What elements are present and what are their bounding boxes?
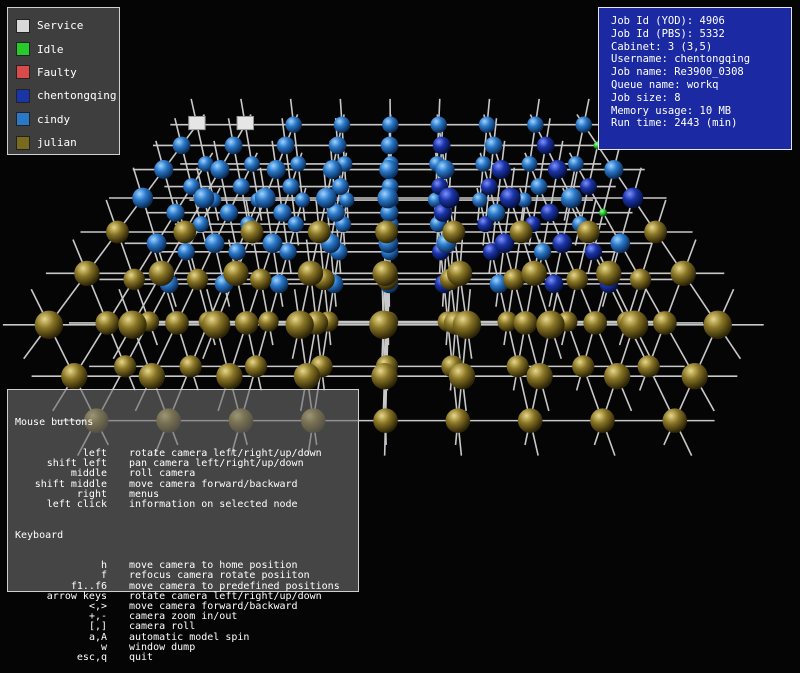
legend-swatch bbox=[16, 112, 30, 127]
job-info-line: Job size: 8 bbox=[611, 91, 681, 104]
help-description: quit bbox=[129, 652, 154, 664]
legend-swatch bbox=[16, 18, 30, 33]
legend-item: Idle bbox=[16, 37, 119, 60]
mouse-buttons-heading: Mouse buttons bbox=[15, 417, 94, 429]
help-description: automatic model spin bbox=[129, 631, 250, 643]
legend-swatch bbox=[16, 135, 30, 150]
help-key: +,- bbox=[88, 611, 107, 623]
legend-label: cindy bbox=[37, 112, 71, 126]
help-row: a,A automatic model spin bbox=[15, 631, 358, 643]
keyboard-list: h move camera to home position f refocus ca… bbox=[15, 561, 358, 663]
job-info-line: Run time: 2443 (min) bbox=[611, 117, 738, 130]
help-row: shift middle move camera forward/backward bbox=[15, 479, 358, 490]
legend-swatch bbox=[16, 88, 30, 103]
help-row: esc,q quit bbox=[15, 652, 358, 664]
help-panel: Mouse buttons left rotate camera left/rig… bbox=[7, 389, 359, 663]
legend-label: julian bbox=[37, 136, 77, 150]
help-key: esc,q bbox=[76, 652, 107, 664]
help-row: [,] camera roll bbox=[15, 622, 358, 632]
help-row: +,- camera zoom in/out bbox=[15, 612, 358, 622]
job-info-line: Memory usage: 10 MB bbox=[611, 104, 732, 117]
legend-swatch bbox=[16, 65, 30, 80]
legend-item: Service bbox=[16, 14, 119, 37]
help-description: camera zoom in/out bbox=[129, 611, 238, 623]
help-description: information on selected node bbox=[129, 499, 298, 511]
help-row: arrow keys rotate camera left/right/up/do… bbox=[15, 590, 358, 602]
help-key: w bbox=[100, 641, 107, 653]
job-info-line: Job Id (PBS): 5332 bbox=[611, 27, 725, 40]
node-legend: Service Idle Faulty chentongqing cindy julian bbox=[7, 7, 120, 155]
help-description: rotate camera left/right/up/down bbox=[129, 590, 322, 602]
legend-label: chentongqing bbox=[37, 89, 117, 103]
help-row: left click information on selected node bbox=[15, 499, 358, 511]
legend-item: julian bbox=[16, 131, 119, 154]
mouse-buttons-list: left rotate camera left/right/up/down shif… bbox=[15, 448, 358, 511]
help-description: window dump bbox=[129, 641, 196, 653]
job-info-line: Username: chentongqing bbox=[611, 53, 751, 66]
job-info-panel: Job Id (YOD): 4906 Job Id (PBS): 5332 Cabi… bbox=[598, 7, 792, 150]
help-key: [,] bbox=[88, 621, 107, 633]
legend-item: cindy bbox=[16, 108, 119, 131]
job-info-line: Job Id (YOD): 4906 bbox=[611, 15, 725, 27]
help-row: <,> move camera forward/backward bbox=[15, 601, 358, 613]
help-description: camera roll bbox=[129, 621, 196, 633]
job-info-line: Job name: Re3900_0308 bbox=[611, 66, 744, 79]
keyboard-heading: Keyboard bbox=[15, 529, 64, 541]
legend-swatch bbox=[16, 42, 30, 57]
legend-item: chentongqing bbox=[16, 84, 119, 107]
help-key: arrow keys bbox=[46, 590, 107, 602]
legend-label: Faulty bbox=[37, 65, 77, 79]
legend-label: Service bbox=[37, 19, 84, 33]
job-info-line: Queue name: workq bbox=[611, 78, 719, 91]
help-key: a,A bbox=[88, 631, 107, 643]
help-key: left click bbox=[46, 499, 107, 511]
help-key: h bbox=[100, 560, 107, 572]
help-description: move camera forward/backward bbox=[129, 601, 298, 613]
legend-label: Idle bbox=[37, 42, 64, 56]
help-row: w window dump bbox=[15, 641, 358, 653]
legend-item: Faulty bbox=[16, 61, 119, 84]
job-info-line: Cabinet: 3 (3,5) bbox=[611, 40, 713, 53]
compute-nodes[interactable] bbox=[34, 115, 732, 433]
help-key: <,> bbox=[88, 601, 107, 613]
